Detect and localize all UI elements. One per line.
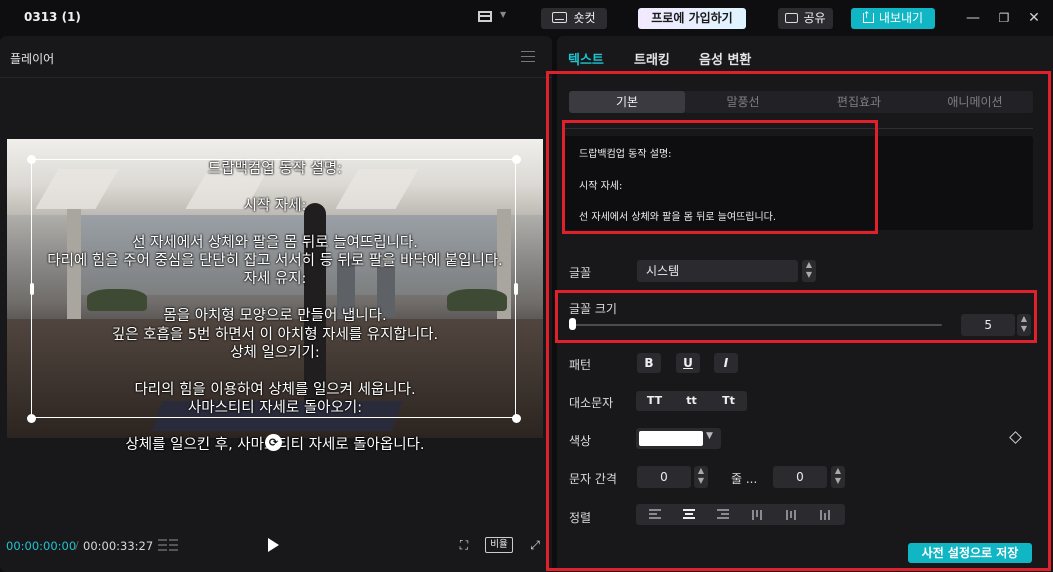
shortcut-button[interactable]: 숏컷 [541,8,607,29]
font-select[interactable]: 시스템 [637,260,798,282]
tab-tracking[interactable]: 트래킹 [634,49,670,68]
layout-button[interactable]: ▼ [478,10,510,25]
shortcut-label: 숏컷 [573,11,596,25]
chevron-down-icon: ▼ [500,10,507,19]
resize-handle[interactable] [512,155,521,164]
font-size-input[interactable]: 5 [961,314,1015,336]
color-label: 색상 [569,434,592,448]
case-label: 대소문자 [569,396,614,410]
export-label: 내보내기 [878,11,924,25]
highlight-frame-text [562,120,878,234]
menu-icon[interactable] [521,51,535,62]
vertical-align-middle-icon[interactable] [774,504,808,525]
lowercase-button[interactable]: tt [673,391,710,411]
font-size-slider-thumb[interactable] [569,318,576,330]
char-spacing-label: 문자 간격 [569,472,617,486]
minimize-icon[interactable]: — [963,8,983,28]
align-right-icon[interactable] [706,504,740,525]
player-header: 플레이어 [0,36,552,78]
resize-handle[interactable] [30,283,34,295]
bold-button[interactable]: B [637,353,661,373]
join-pro-button[interactable]: 프로에 가입하기 [638,8,746,29]
resize-handle[interactable] [514,283,518,295]
case-buttons: TT tt Tt [636,391,747,411]
chevron-down-icon[interactable]: ▼ [706,431,713,441]
vertical-align-top-icon[interactable] [740,504,774,525]
share-label: 공유 [803,11,826,25]
total-time: 00:00:33:27 [83,539,154,553]
align-center-icon[interactable] [672,504,706,525]
subtab-animation[interactable]: 애니메이션 [917,91,1033,113]
subtab-speech-bubble[interactable]: 말풍선 [685,91,801,113]
expand-icon[interactable]: ⤢ [526,536,544,554]
fullscreen-preview-icon[interactable]: ⛶ [455,536,473,554]
rotate-icon[interactable]: ⟳ [265,434,282,451]
underline-button[interactable]: U [676,353,700,373]
timeline-icon[interactable] [158,537,180,553]
char-spacing-input[interactable]: 0 [637,466,691,488]
current-time: 00:00:00:00 [6,539,77,553]
font-select-arrows[interactable]: ▲ ▼ [802,260,816,282]
line-spacing-stepper[interactable]: ▲ ▼ [831,466,845,488]
line-spacing-input[interactable]: 0 [773,466,827,488]
tab-text[interactable]: 텍스트 [568,49,604,68]
font-size-label: 글꼴 크기 [569,302,617,316]
font-size-stepper[interactable]: ▲ ▼ [1017,314,1031,336]
subtab-effects[interactable]: 편집효과 [801,91,917,113]
subtab-bar: 기본 말풍선 편집효과 애니메이션 [569,91,1033,113]
share-icon [785,13,799,23]
keyboard-icon [552,12,568,23]
export-button[interactable]: 내보내기 [851,6,935,29]
resize-handle[interactable] [27,155,36,164]
vertical-align-bottom-icon[interactable] [808,504,842,525]
tab-voice-conversion[interactable]: 음성 변환 [699,49,751,68]
align-buttons [636,504,845,525]
project-title: 0313 (1) [24,10,81,24]
save-preset-button[interactable]: 사전 설정으로 저장 [908,543,1032,563]
align-left-icon[interactable] [638,504,672,525]
char-spacing-stepper[interactable]: ▲ ▼ [694,466,708,488]
close-icon[interactable]: ✕ [1024,8,1044,28]
restore-icon[interactable]: ❐ [994,8,1014,28]
align-label: 정렬 [569,511,592,525]
ratio-button[interactable]: 비율 [485,537,513,553]
font-size-slider[interactable] [572,324,942,326]
color-swatch[interactable] [639,431,703,446]
italic-button[interactable]: I [714,353,738,373]
resize-handle[interactable] [27,414,36,423]
share-button[interactable]: 공유 [778,8,833,29]
time-separator: / [75,539,79,552]
resize-handle[interactable] [512,414,521,423]
layout-icon [478,11,492,22]
save-preset-label: 사전 설정으로 저장 [921,546,1019,560]
play-icon[interactable] [268,538,279,552]
uppercase-button[interactable]: TT [636,391,673,411]
titlecase-button[interactable]: Tt [710,391,747,411]
font-label: 글꼴 [569,266,592,280]
title-bar: 0313 (1) ▼ 숏컷 프로에 가입하기 공유 내보내기 — ❐ ✕ [0,0,1053,36]
subtab-basic[interactable]: 기본 [569,91,685,113]
join-pro-label: 프로에 가입하기 [651,11,733,25]
upload-icon [862,6,874,27]
pattern-label: 패턴 [569,358,592,372]
player-title: 플레이어 [10,52,55,66]
line-spacing-label: 줄 ... [731,472,758,486]
text-selection-box[interactable] [31,159,516,418]
ratio-label: 비율 [490,539,508,550]
